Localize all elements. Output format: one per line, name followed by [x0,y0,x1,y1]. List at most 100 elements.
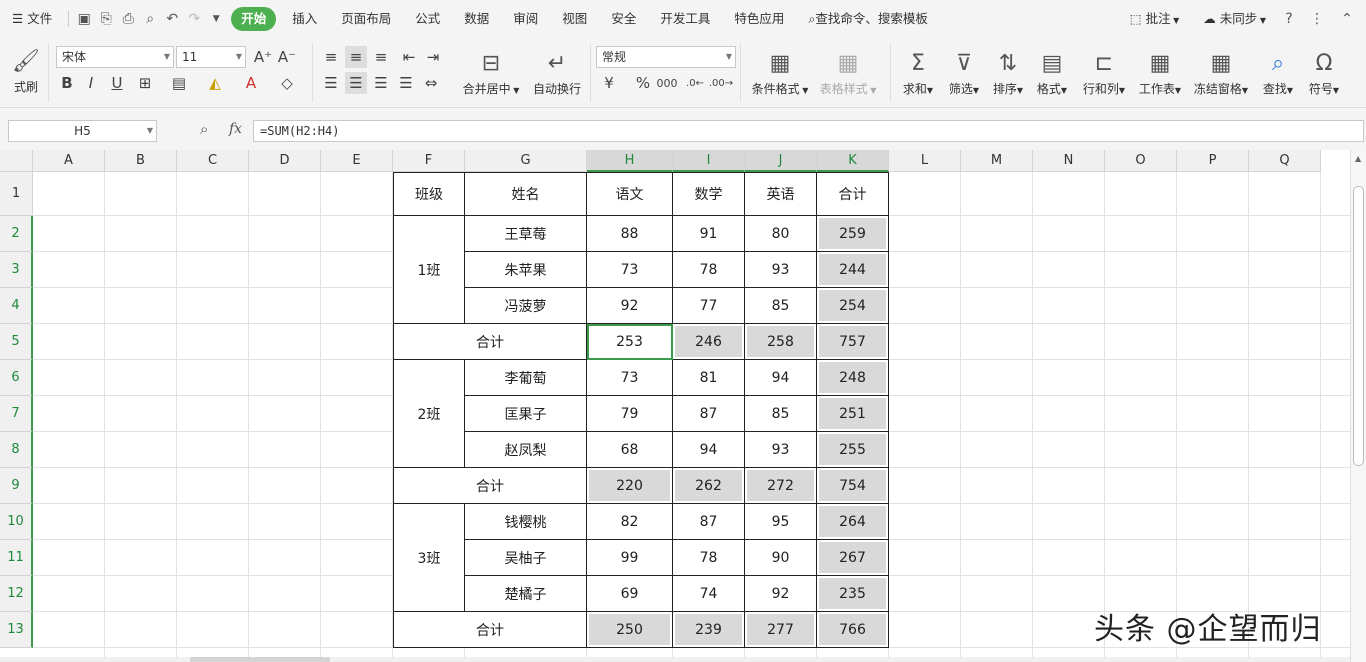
student-name-cell[interactable]: 赵凤梨 [465,432,587,468]
header-cell-name[interactable]: 姓名 [465,172,587,216]
grand-total-cell[interactable]: 766 [817,612,889,648]
student-name-cell[interactable]: 王草莓 [465,216,587,252]
student-name-cell[interactable]: 李葡萄 [465,360,587,396]
align-center-icon[interactable]: ☰ [345,72,367,94]
tab-formulas[interactable]: 公式 [403,7,452,31]
customize-quick-access-icon[interactable]: ▼ [205,8,227,30]
fill-color-icon[interactable]: ◭ [204,72,226,94]
row-total-cell[interactable]: 251 [817,396,889,432]
print-preview-icon[interactable]: ⌕ [139,8,161,30]
header-cell-math[interactable]: 数学 [673,172,745,216]
class-cell[interactable]: 1班 [393,216,465,324]
score-cell[interactable]: 99 [587,540,673,576]
score-cell[interactable]: 85 [745,288,817,324]
save-icon[interactable]: ▣ [73,8,95,30]
wrap-text-button[interactable]: ↵ 自动换行 [528,46,586,97]
increase-decimal-icon[interactable]: .0← [684,72,706,94]
column-header-c[interactable]: C [177,150,249,172]
header-cell-total[interactable]: 合计 [817,172,889,216]
column-header-e[interactable]: E [321,150,393,172]
redo-icon[interactable]: ↷ [183,8,205,30]
help-icon[interactable]: ? [1278,8,1300,30]
column-header-m[interactable]: M [961,150,1033,172]
symbol-button[interactable]: Ω 符号▼ [1304,46,1344,97]
print-icon[interactable]: ⎙ [117,8,139,30]
score-cell[interactable]: 85 [745,396,817,432]
subtotal-cell[interactable]: 239 [673,612,745,648]
tab-home[interactable]: 开始 [231,7,277,31]
subtotal-cell[interactable]: 258 [745,324,817,360]
student-name-cell[interactable]: 钱樱桃 [465,504,587,540]
row-header-13[interactable]: 13 [0,612,33,648]
file-menu[interactable]: ☰ 文件 [0,7,64,31]
header-cell-english[interactable]: 英语 [745,172,817,216]
row-header-4[interactable]: 4 [0,288,33,324]
rows-cols-button[interactable]: ⊏ 行和列▼ [1078,46,1130,97]
formula-input[interactable]: =SUM(H2:H4) [253,120,1364,142]
student-name-cell[interactable]: 匡果子 [465,396,587,432]
score-cell[interactable]: 74 [673,576,745,612]
border-icon[interactable]: ⊞ [134,72,156,94]
column-header-o[interactable]: O [1105,150,1177,172]
row-header-12[interactable]: 12 [0,576,33,612]
row-total-cell[interactable]: 235 [817,576,889,612]
distributed-align-icon[interactable]: ⇔ [420,72,442,94]
score-cell[interactable]: 92 [587,288,673,324]
score-cell[interactable]: 90 [745,540,817,576]
number-format-select[interactable]: 常规 ▼ [596,46,736,68]
horizontal-scrollbar[interactable] [0,657,1350,662]
increase-indent-icon[interactable]: ⇥ [422,46,444,68]
sync-button[interactable]: ☁ 未同步 ▼ [1191,7,1278,31]
score-cell[interactable]: 73 [587,360,673,396]
find-button[interactable]: ⌕ 查找▼ [1258,46,1298,97]
merge-center-button[interactable]: ⊟ 合并居中 ▼ [458,46,524,97]
row-header-5[interactable]: 5 [0,324,33,360]
undo-icon[interactable]: ↶ [161,8,183,30]
tab-insert[interactable]: 插入 [280,7,329,31]
vertical-scrollbar[interactable]: ▲ [1350,150,1366,662]
column-header-d[interactable]: D [249,150,321,172]
font-color-icon[interactable]: A [240,72,262,94]
row-header-9[interactable]: 9 [0,468,33,504]
column-header-g[interactable]: G [465,150,587,172]
subtotal-cell[interactable]: 220 [587,468,673,504]
student-name-cell[interactable]: 冯菠萝 [465,288,587,324]
row-total-cell[interactable]: 267 [817,540,889,576]
fill-style-icon[interactable]: ▤ [168,72,190,94]
freeze-panes-button[interactable]: ▦ 冻结窗格▼ [1190,46,1252,97]
tab-features[interactable]: 特色应用 [722,7,796,31]
subtotal-cell[interactable]: 262 [673,468,745,504]
subtotal-cell[interactable]: 253 [587,324,673,360]
increase-font-icon[interactable]: A⁺ [252,46,274,68]
underline-icon[interactable]: U [106,72,128,94]
name-box[interactable]: H5 ▼ [8,120,157,142]
row-total-cell[interactable]: 244 [817,252,889,288]
subtotal-label-cell[interactable]: 合计 [393,612,587,648]
score-cell[interactable]: 87 [673,504,745,540]
column-header-h[interactable]: H [587,150,673,172]
subtotal-cell[interactable]: 272 [745,468,817,504]
row-header-3[interactable]: 3 [0,252,33,288]
row-total-cell[interactable]: 259 [817,216,889,252]
score-cell[interactable]: 95 [745,504,817,540]
subtotal-label-cell[interactable]: 合计 [393,468,587,504]
table-style-button[interactable]: ▦ 表格样式 ▼ [816,46,880,97]
bold-icon[interactable]: B [56,72,78,94]
column-header-i[interactable]: I [673,150,745,172]
score-cell[interactable]: 94 [745,360,817,396]
score-cell[interactable]: 80 [745,216,817,252]
score-cell[interactable]: 82 [587,504,673,540]
select-all-corner[interactable] [0,150,33,172]
row-total-cell[interactable]: 264 [817,504,889,540]
decrease-decimal-icon[interactable]: .00→ [709,72,733,94]
score-cell[interactable]: 91 [673,216,745,252]
comment-button[interactable]: ⬚ 批注 ▼ [1118,7,1192,31]
currency-icon[interactable]: ¥ [598,72,620,94]
percent-icon[interactable]: % [632,72,654,94]
subtotal-cell[interactable]: 277 [745,612,817,648]
column-header-b[interactable]: B [105,150,177,172]
align-bottom-icon[interactable]: ≡ [370,46,392,68]
row-total-cell[interactable]: 255 [817,432,889,468]
row-total-cell[interactable]: 254 [817,288,889,324]
decrease-indent-icon[interactable]: ⇤ [398,46,420,68]
